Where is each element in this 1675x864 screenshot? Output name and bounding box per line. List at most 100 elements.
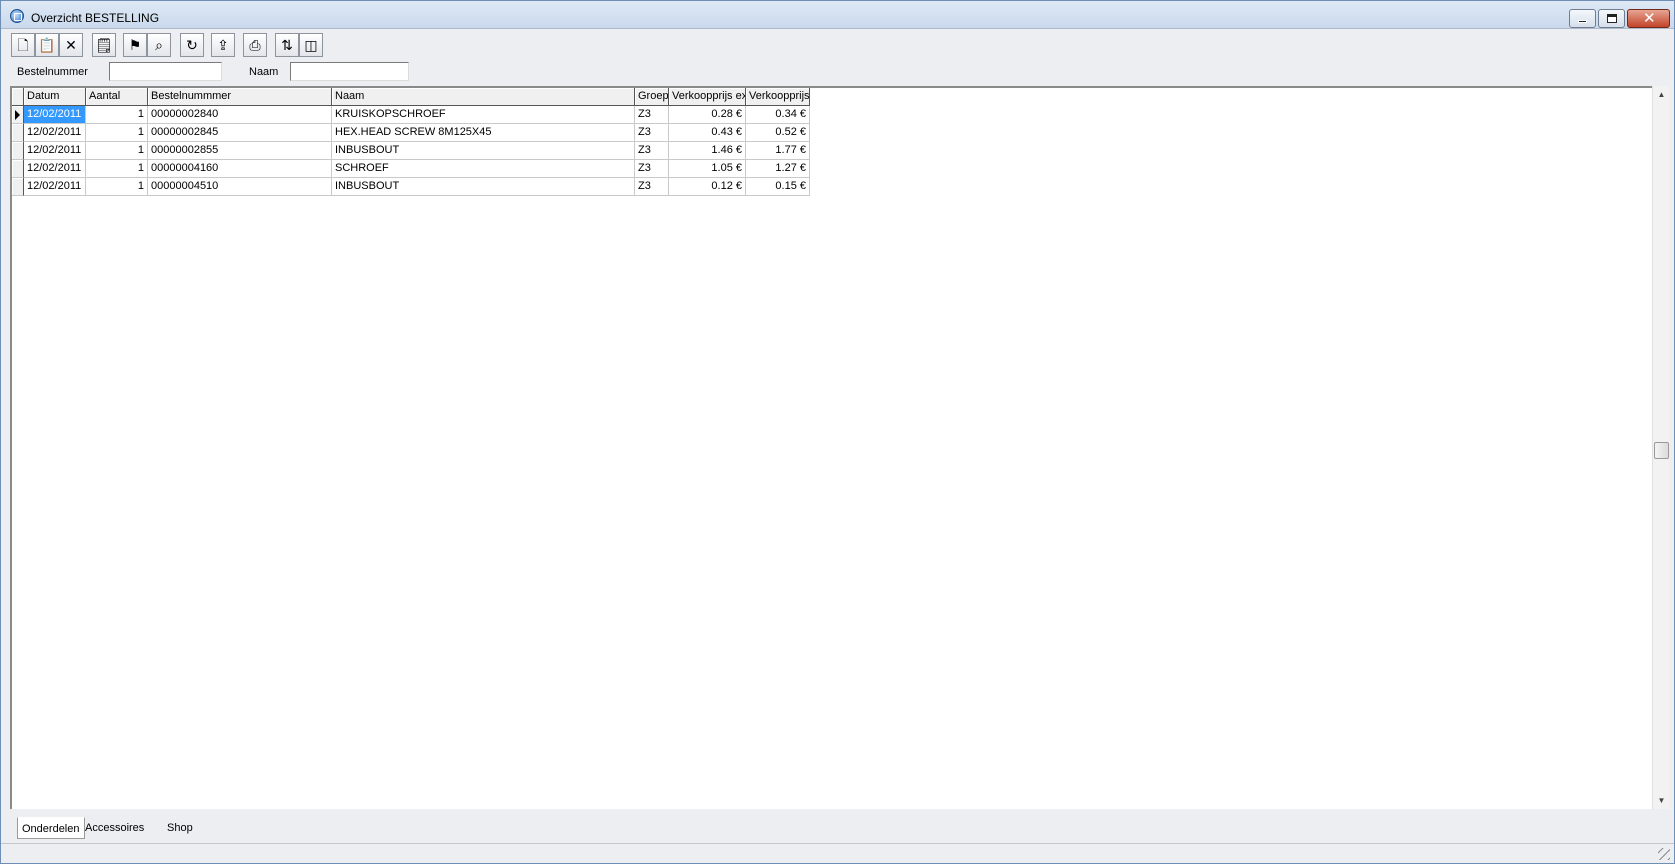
column-header[interactable]: Aantal <box>86 88 148 106</box>
table-cell[interactable]: SCHROEF <box>332 160 635 178</box>
table-cell[interactable]: 0.15 € <box>746 178 810 196</box>
refresh-button[interactable]: ↻ <box>180 33 204 57</box>
filter-button[interactable]: ⚑ <box>123 33 147 57</box>
main-window: Overzicht BESTELLING ✕ 🗋 📋 ✕ 🗒 ⚑ ⌕ ↻ ⇪ ⎙ ⇅ ◫ Beste… <box>0 0 1675 864</box>
table-cell[interactable]: 1.27 € <box>746 160 810 178</box>
tab-strip: Onderdelen Accessoires Shop <box>1 813 1674 841</box>
table-cell[interactable]: 1 <box>86 142 148 160</box>
printer-icon: ⎙ <box>249 37 261 53</box>
resize-grip-icon[interactable] <box>1658 848 1670 860</box>
columns-icon: ◫ <box>304 37 318 53</box>
naam-label: Naam <box>249 66 279 78</box>
table-row[interactable]: 12/02/2011 1 00000004510 INBUSBOUT Z3 0.12 €0… <box>12 178 810 196</box>
column-header[interactable]: Verkoopprijs <box>746 88 810 106</box>
row-indicator[interactable] <box>12 106 24 124</box>
table-cell[interactable]: Z3 <box>635 160 669 178</box>
table-cell[interactable]: 1 <box>86 160 148 178</box>
table-cell[interactable]: KRUISKOPSCHROEF <box>332 106 635 124</box>
table-cell[interactable]: 00000002855 <box>148 142 332 160</box>
export-icon: ⇪ <box>217 37 229 53</box>
table-cell[interactable]: 0.34 € <box>746 106 810 124</box>
table-cell[interactable]: 1 <box>86 124 148 142</box>
column-header[interactable]: Naam <box>332 88 635 106</box>
table-cell[interactable]: HEX.HEAD SCREW 8M125X45 <box>332 124 635 142</box>
properties-button[interactable]: 🗒 <box>92 33 116 57</box>
scroll-up-arrow-icon[interactable]: ▲ <box>1653 86 1670 103</box>
table-cell[interactable]: 12/02/2011 <box>24 106 86 124</box>
table-cell[interactable]: 0.28 € <box>669 106 746 124</box>
table-cell[interactable]: 00000004510 <box>148 178 332 196</box>
row-indicator[interactable] <box>12 124 24 142</box>
table-cell[interactable]: 0.12 € <box>669 178 746 196</box>
table-cell[interactable]: INBUSBOUT <box>332 178 635 196</box>
tab-accessoires[interactable]: Accessoires <box>81 817 148 839</box>
scroll-down-arrow-icon[interactable]: ▼ <box>1653 792 1670 809</box>
table-cell[interactable]: Z3 <box>635 106 669 124</box>
export-button[interactable]: ⇪ <box>211 33 235 57</box>
table-cell[interactable]: 0.52 € <box>746 124 810 142</box>
table-cell[interactable]: Z3 <box>635 178 669 196</box>
delete-button[interactable]: ✕ <box>59 33 83 57</box>
row-indicator[interactable] <box>12 142 24 160</box>
vertical-scrollbar[interactable]: ▲ ▼ <box>1652 86 1669 809</box>
data-grid[interactable]: Datum Aantal Bestelnummmer Naam Groep Verkoop… <box>10 86 1661 809</box>
table-cell[interactable]: INBUSBOUT <box>332 142 635 160</box>
table-cell[interactable]: 12/02/2011 <box>24 178 86 196</box>
table-row[interactable]: 12/02/2011 1 00000002855 INBUSBOUT Z3 1.46 €1… <box>12 142 810 160</box>
table-cell[interactable]: Z3 <box>635 142 669 160</box>
open-record-icon: 📋 <box>38 37 56 53</box>
new-button[interactable]: 🗋 <box>11 33 35 57</box>
open-button[interactable]: 📋 <box>35 33 59 57</box>
refresh-icon: ↻ <box>186 37 198 53</box>
minimize-icon <box>1578 20 1587 23</box>
table-row[interactable]: 12/02/2011 1 00000002840 KRUISKOPSCHROEF Z3 0… <box>12 106 810 124</box>
sort-button[interactable]: ⇅ <box>275 33 299 57</box>
bestelnummer-input[interactable] <box>109 62 222 81</box>
filter-icon: ⚑ <box>128 37 142 53</box>
table-cell[interactable]: 12/02/2011 <box>24 142 86 160</box>
binoculars-icon: ⌕ <box>155 37 163 53</box>
row-indicator-header <box>12 88 24 106</box>
table-cell[interactable]: 12/02/2011 <box>24 160 86 178</box>
table-cell[interactable]: 1.05 € <box>669 160 746 178</box>
scroll-thumb[interactable] <box>1654 442 1669 459</box>
row-indicator[interactable] <box>12 160 24 178</box>
find-button[interactable]: ⌕ <box>147 33 171 57</box>
tab-onderdelen[interactable]: Onderdelen <box>17 817 85 839</box>
table-cell[interactable]: 00000002840 <box>148 106 332 124</box>
maximize-button[interactable] <box>1598 9 1625 28</box>
app-icon[interactable] <box>10 9 24 23</box>
column-header[interactable]: Verkoopprijs ex <box>669 88 746 106</box>
window-title: Overzicht BESTELLING <box>31 11 160 25</box>
column-header[interactable]: Groep <box>635 88 669 106</box>
table-cell[interactable]: 1.46 € <box>669 142 746 160</box>
columns-button[interactable]: ◫ <box>299 33 323 57</box>
naam-input[interactable] <box>290 62 409 81</box>
table-cell[interactable]: 1 <box>86 106 148 124</box>
column-header[interactable]: Bestelnummmer <box>148 88 332 106</box>
table-row[interactable]: 12/02/2011 1 00000004160 SCHROEF Z3 1.05 €1.2… <box>12 160 810 178</box>
row-indicator[interactable] <box>12 178 24 196</box>
table-cell[interactable]: 1 <box>86 178 148 196</box>
table-cell[interactable]: 0.43 € <box>669 124 746 142</box>
table-cell[interactable]: 1.77 € <box>746 142 810 160</box>
grid-header: Datum Aantal Bestelnummmer Naam Groep Verkoop… <box>12 88 810 106</box>
delete-x-icon: ✕ <box>65 37 77 53</box>
sort-az-icon: ⇅ <box>281 37 293 53</box>
table-cell[interactable]: 12/02/2011 <box>24 124 86 142</box>
filter-bar: Bestelnummer Naam <box>1 61 1674 85</box>
minimize-button[interactable] <box>1569 9 1596 28</box>
close-button[interactable]: ✕ <box>1627 9 1670 28</box>
title-bar[interactable]: Overzicht BESTELLING ✕ <box>1 1 1674 29</box>
maximize-icon <box>1607 14 1617 23</box>
column-header[interactable]: Datum <box>24 88 86 106</box>
table-cell[interactable]: 00000004160 <box>148 160 332 178</box>
tab-shop[interactable]: Shop <box>163 817 197 839</box>
table-cell[interactable]: 00000002845 <box>148 124 332 142</box>
grid-body: 12/02/2011 1 00000002840 KRUISKOPSCHROEF Z3 0… <box>12 106 810 196</box>
bestelnummer-label: Bestelnummer <box>17 66 88 78</box>
table-cell[interactable]: Z3 <box>635 124 669 142</box>
print-button[interactable]: ⎙ <box>243 33 267 57</box>
new-document-icon: 🗋 <box>17 37 29 53</box>
table-row[interactable]: 12/02/2011 1 00000002845 HEX.HEAD SCREW 8M1… <box>12 124 810 142</box>
